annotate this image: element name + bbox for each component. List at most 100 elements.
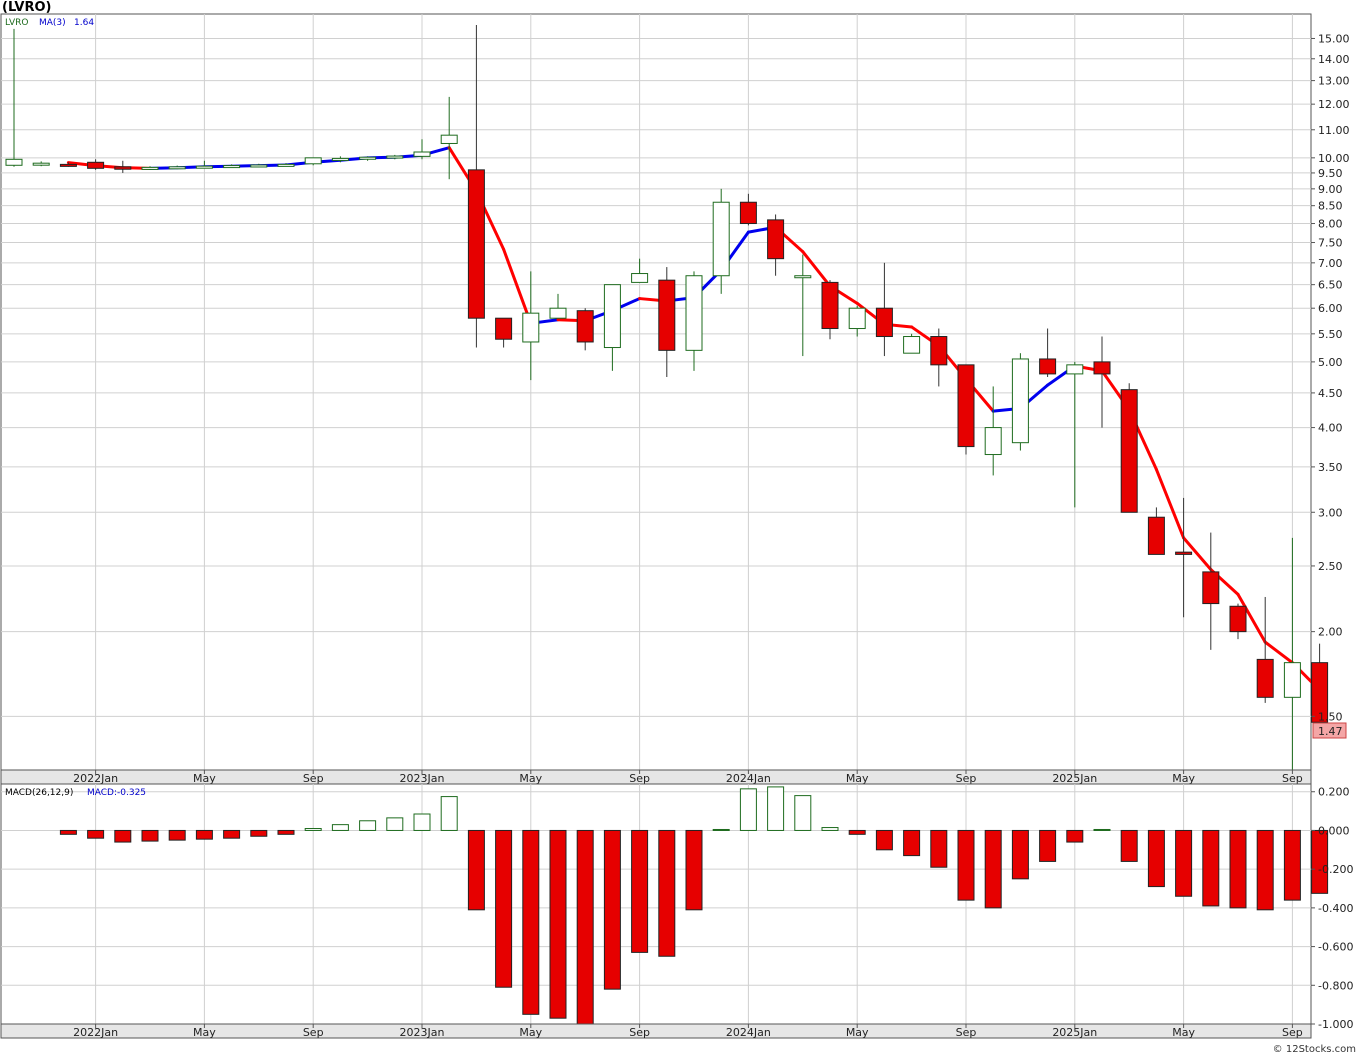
macd-tick-label: -0.600 bbox=[1318, 941, 1353, 954]
date-tick-label: Sep bbox=[1282, 772, 1303, 785]
macd-bar bbox=[277, 829, 295, 835]
macd-bar bbox=[114, 829, 132, 843]
macd-bar bbox=[304, 828, 322, 831]
date-tick-label: May bbox=[846, 1026, 869, 1039]
candle-body bbox=[195, 165, 213, 169]
price-tick-label: 14.00 bbox=[1318, 53, 1350, 66]
macd-bar bbox=[1229, 829, 1247, 909]
macd-bar bbox=[467, 829, 485, 911]
candle-body bbox=[386, 155, 404, 159]
candle-body bbox=[1256, 658, 1274, 698]
macd-bar bbox=[767, 786, 785, 831]
candle-body bbox=[1283, 662, 1301, 698]
macd-panel: 0.200 0.000 -0.200 -0.400 -0.600 -0.800 -1.000… bbox=[0, 783, 1353, 1031]
date-tick-label: 2024Jan bbox=[726, 772, 771, 785]
date-tick-label: Sep bbox=[629, 772, 650, 785]
candle-body bbox=[631, 273, 649, 283]
candle-body bbox=[1175, 551, 1193, 555]
date-tick-label: May bbox=[1172, 1026, 1195, 1039]
date-tick-label: Sep bbox=[956, 1026, 977, 1039]
price-tick-label: 8.00 bbox=[1318, 218, 1343, 231]
date-tick-label: May bbox=[193, 772, 216, 785]
price-tick-label: 4.50 bbox=[1318, 387, 1343, 400]
macd-bar bbox=[1147, 829, 1165, 888]
price-tick-label: 7.50 bbox=[1318, 237, 1343, 250]
macd-bar bbox=[1120, 829, 1138, 862]
price-tick-label: 10.00 bbox=[1318, 152, 1350, 165]
macd-bar bbox=[1283, 829, 1301, 901]
last-price-value: 1.47 bbox=[1318, 725, 1343, 738]
macd-bar bbox=[658, 829, 676, 957]
price-tick-label: 9.50 bbox=[1318, 167, 1343, 180]
candle-body bbox=[359, 156, 377, 160]
candle-body bbox=[277, 163, 295, 167]
candle-body bbox=[685, 275, 703, 351]
macd-bar bbox=[1311, 829, 1329, 894]
price-tick-label: 13.00 bbox=[1318, 75, 1350, 88]
date-tick-label: Sep bbox=[303, 772, 324, 785]
price-tick-label: 4.00 bbox=[1318, 422, 1343, 435]
candle-body bbox=[1229, 605, 1247, 633]
candle-body bbox=[250, 164, 268, 168]
date-tick-label: 2022Jan bbox=[73, 1026, 118, 1039]
date-tick-label: 2023Jan bbox=[400, 1026, 445, 1039]
price-tick-label: 6.50 bbox=[1318, 279, 1343, 292]
macd-bar bbox=[875, 829, 893, 851]
candle-body bbox=[87, 161, 105, 169]
price-tick-label: 5.00 bbox=[1318, 356, 1343, 369]
candle-body bbox=[549, 307, 567, 319]
date-tick-label: Sep bbox=[629, 1026, 650, 1039]
macd-bar bbox=[903, 829, 921, 857]
macd-bar bbox=[712, 828, 730, 831]
price-legend: LVRO bbox=[5, 18, 29, 28]
candle-body bbox=[984, 427, 1002, 456]
macd-tick-label: -0.400 bbox=[1318, 902, 1353, 915]
candle-body bbox=[5, 158, 23, 166]
date-tick-label: 2023Jan bbox=[400, 772, 445, 785]
macd-bar bbox=[848, 829, 866, 835]
macd-bar bbox=[59, 829, 77, 835]
macd-bar bbox=[413, 813, 431, 831]
watermark: © 12Stocks.com bbox=[1273, 1044, 1356, 1055]
stock-chart: (LVRO) 15.00 14.00 13.00 12.00 11.00 10.00 9.5… bbox=[0, 0, 1356, 1055]
candle-body bbox=[794, 275, 812, 279]
price-tick-label: 2.00 bbox=[1318, 626, 1343, 639]
candle-body bbox=[1093, 361, 1111, 375]
macd-bar bbox=[1039, 829, 1057, 862]
macd-bar bbox=[1256, 829, 1274, 911]
price-tick-label: 15.00 bbox=[1318, 32, 1350, 45]
date-tick-label: 2022Jan bbox=[73, 772, 118, 785]
candle-body bbox=[1147, 516, 1165, 555]
candle-body bbox=[821, 281, 839, 330]
candle-body bbox=[848, 307, 866, 330]
date-axis-bottom: 2022Jan May Sep 2023Jan May Sep 2024Jan May Sep 2… bbox=[0, 1023, 1312, 1039]
macd-bar bbox=[603, 829, 621, 990]
macd-bar bbox=[440, 796, 458, 831]
price-tick-label: 5.50 bbox=[1318, 328, 1343, 341]
price-tick-label: 7.00 bbox=[1318, 257, 1343, 270]
date-tick-label: Sep bbox=[303, 1026, 324, 1039]
price-tick-label: 3.50 bbox=[1318, 461, 1343, 474]
macd-bar bbox=[685, 829, 703, 911]
candle-body bbox=[576, 310, 594, 343]
price-tick-label: 3.00 bbox=[1318, 506, 1343, 519]
candle-body bbox=[957, 364, 975, 448]
candle-body bbox=[658, 279, 676, 351]
macd-bar bbox=[1066, 829, 1084, 843]
macd-legend: MACD:-0.325 bbox=[87, 788, 146, 798]
date-tick-label: May bbox=[1172, 772, 1195, 785]
candle-body bbox=[141, 166, 159, 170]
macd-bar bbox=[141, 829, 159, 842]
macd-bar bbox=[1093, 828, 1111, 831]
price-tick-label: 1.50 bbox=[1318, 710, 1343, 723]
date-tick-label: Sep bbox=[956, 772, 977, 785]
candle-body bbox=[331, 157, 349, 161]
candle-body bbox=[1120, 389, 1138, 513]
macd-bar bbox=[576, 829, 594, 1025]
macd-bar bbox=[331, 824, 349, 831]
last-price-tag: 1.47 bbox=[1312, 722, 1347, 739]
candle-body bbox=[739, 201, 757, 225]
macd-tick-label: -0.200 bbox=[1318, 863, 1353, 876]
candle bbox=[304, 157, 322, 166]
candle-body bbox=[903, 336, 921, 354]
